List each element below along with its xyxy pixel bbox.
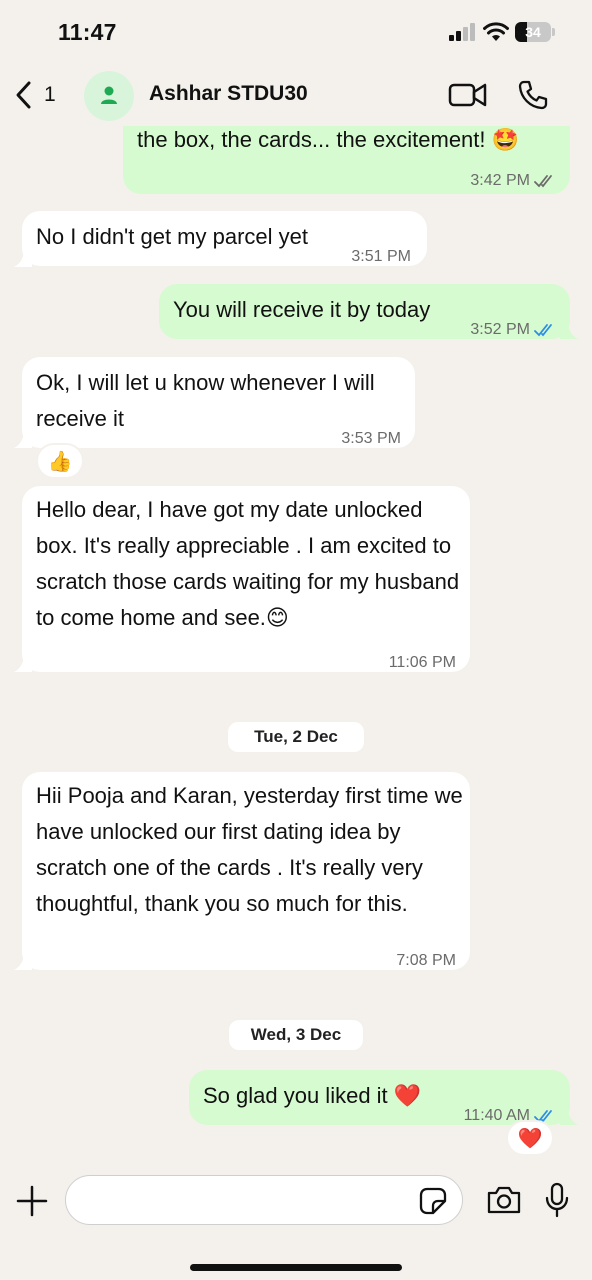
message-incoming[interactable]: Hello dear, I have got my date unlocked … [22, 486, 470, 672]
message-outgoing[interactable]: So glad you liked it ❤️ 11:40 AM [189, 1070, 570, 1125]
message-text: Hii Pooja and Karan, yesterday first tim… [36, 783, 463, 916]
battery-percentage: 34 [525, 24, 541, 40]
message-time: 3:42 PM [470, 172, 530, 189]
message-text: You will receive it by today [173, 297, 431, 322]
message-list[interactable]: the box, the cards... the excitement! 🤩 … [0, 126, 592, 1162]
message-text: No I didn't get my parcel yet [36, 224, 308, 249]
message-incoming[interactable]: Hii Pooja and Karan, yesterday first tim… [22, 772, 470, 970]
cellular-signal-icon [449, 23, 475, 41]
read-ticks-icon [534, 324, 552, 337]
composer-bar [0, 1162, 592, 1280]
battery-icon: 34 [515, 22, 555, 42]
message-reaction[interactable]: ❤️ [506, 1120, 554, 1156]
message-outgoing[interactable]: You will receive it by today 3:52 PM [159, 284, 570, 339]
message-incoming[interactable]: Ok, I will let u know whenever I will re… [22, 357, 415, 448]
back-button[interactable]: 1 [14, 78, 56, 112]
message-text: So glad you liked it ❤️ [203, 1083, 422, 1108]
message-meta: 3:42 PM [470, 163, 556, 199]
message-outgoing[interactable]: the box, the cards... the excitement! 🤩 … [123, 126, 570, 194]
status-bar: 11:47 34 [0, 0, 592, 64]
message-time: 11:06 PM [388, 654, 456, 671]
date-separator: Tue, 2 Dec [228, 722, 364, 752]
contact-name[interactable]: Ashhar STDU30 [149, 82, 308, 106]
message-meta: 7:08 PM [396, 943, 456, 979]
message-time: 3:53 PM [341, 430, 401, 447]
unread-count: 1 [44, 83, 56, 106]
message-meta: 3:53 PM [341, 421, 401, 457]
chevron-left-icon [16, 81, 31, 109]
date-separator: Wed, 3 Dec [229, 1020, 363, 1050]
message-text: Hello dear, I have got my date unlocked … [36, 497, 460, 630]
camera-icon[interactable] [486, 1185, 522, 1215]
plus-icon[interactable] [15, 1184, 49, 1218]
avatar[interactable] [84, 71, 134, 121]
message-input[interactable] [65, 1175, 463, 1225]
delivered-ticks-icon [534, 175, 552, 188]
chat-header: 1 Ashhar STDU30 [0, 64, 592, 126]
phone-icon[interactable] [517, 79, 549, 111]
message-meta: 3:52 PM [470, 312, 556, 348]
wifi-icon [483, 22, 509, 41]
microphone-icon[interactable] [545, 1182, 569, 1218]
message-text: the box, the cards... the excitement! 🤩 [137, 127, 520, 152]
message-time: 7:08 PM [396, 952, 456, 969]
message-meta: 11:06 PM [389, 645, 456, 681]
message-time: 3:52 PM [470, 321, 530, 338]
sticker-icon[interactable] [419, 1187, 447, 1215]
message-incoming[interactable]: No I didn't get my parcel yet 3:51 PM [22, 211, 427, 266]
home-indicator[interactable] [190, 1264, 402, 1271]
person-icon [101, 86, 117, 104]
video-call-icon[interactable] [448, 80, 488, 110]
message-reaction[interactable]: 👍 [36, 443, 84, 479]
message-meta: 3:51 PM [351, 239, 411, 275]
message-time: 3:51 PM [351, 248, 411, 265]
status-time: 11:47 [58, 19, 117, 45]
